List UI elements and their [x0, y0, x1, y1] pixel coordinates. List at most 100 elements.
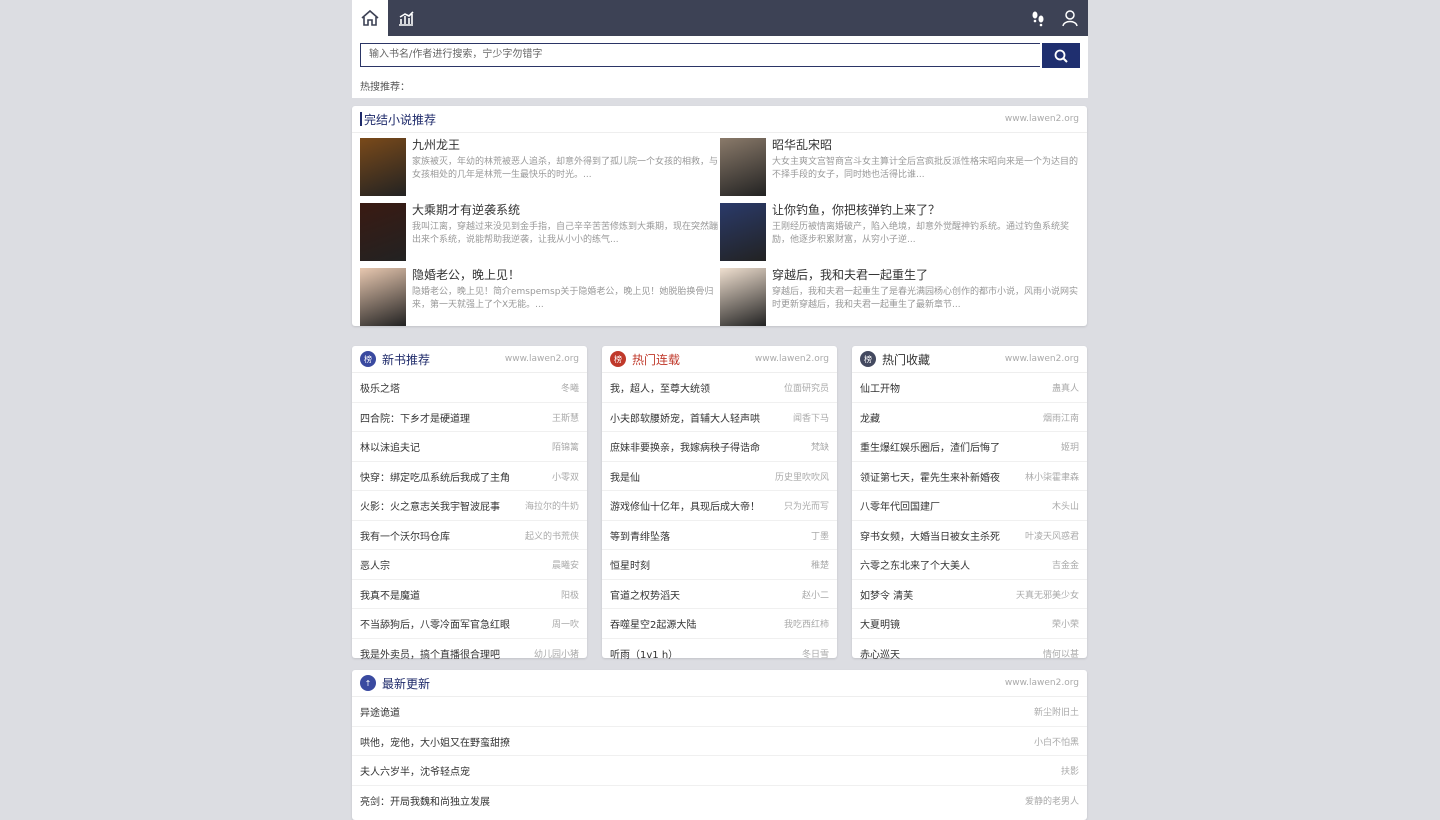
book-author[interactable]: 丁墨: [811, 529, 829, 542]
book-card[interactable]: 九州龙王 家族被灭，年幼的林荒被恶人追杀，却意外得到了孤儿院一个女孩的相救，与女孩…: [360, 138, 720, 200]
book-title[interactable]: 官道之权势滔天: [610, 587, 680, 602]
book-author[interactable]: 情何以甚: [1043, 647, 1079, 660]
book-title[interactable]: 我是外卖员，搞个直播很合理吧: [360, 646, 500, 661]
book-cover[interactable]: [720, 268, 766, 326]
list-item[interactable]: 龙藏 烟雨江南: [852, 403, 1087, 432]
book-card[interactable]: 让你钓鱼，你把核弹钓上来了？ 王刚经历被情离婚破产，陷入绝境，却意外觉醒神钓系统。…: [720, 203, 1080, 265]
book-title[interactable]: 仙工开物: [860, 380, 900, 395]
book-title[interactable]: 林以沫追夫记: [360, 439, 420, 454]
book-title[interactable]: 赤心巡天: [860, 646, 900, 661]
book-author[interactable]: 冬曦: [561, 381, 579, 394]
list-item[interactable]: 领证第七天，霍先生来补新婚夜 林小柒霍聿森: [852, 462, 1087, 491]
book-title[interactable]: 吞噬星空2起源大陆: [610, 616, 696, 631]
book-cover[interactable]: [720, 138, 766, 196]
book-author[interactable]: 海拉尔的牛奶: [525, 499, 579, 512]
book-title[interactable]: 恶人宗: [360, 557, 390, 572]
book-author[interactable]: 爱静的老男人: [1025, 794, 1079, 807]
book-title[interactable]: 九州龙王: [412, 136, 460, 153]
list-item[interactable]: 赤心巡天 情何以甚: [852, 639, 1087, 668]
list-item[interactable]: 火影：火之意志关我宇智波屁事 海拉尔的牛奶: [352, 491, 587, 521]
book-title[interactable]: 昭华乱宋昭: [772, 136, 832, 153]
book-author[interactable]: 稚楚: [811, 558, 829, 571]
book-title[interactable]: 异途诡道: [360, 704, 400, 719]
list-item[interactable]: 如梦令 清芙 天真无邪美少女: [852, 580, 1087, 609]
book-title[interactable]: 我真不是魔道: [360, 587, 420, 602]
book-author[interactable]: 历史里吹吹风: [775, 470, 829, 483]
book-title[interactable]: 八零年代回国建厂: [860, 498, 940, 513]
book-title[interactable]: 重生爆红娱乐圈后，渣们后悔了: [860, 439, 1000, 454]
book-author[interactable]: 烟雨江南: [1043, 411, 1079, 424]
book-author[interactable]: 我吃西红柿: [784, 617, 829, 630]
book-author[interactable]: 周一吹: [552, 617, 579, 630]
list-item[interactable]: 等到青绯坠落 丁墨: [602, 521, 837, 550]
book-author[interactable]: 晨曦安: [552, 558, 579, 571]
book-title[interactable]: 四合院：下乡才是硬道理: [360, 410, 470, 425]
book-author[interactable]: 只为光而写: [784, 499, 829, 512]
book-card[interactable]: 昭华乱宋昭 大女主爽文宫智商宫斗女主算计全后宫疯批反派性格宋昭向来是一个为达目的不…: [720, 138, 1080, 200]
list-item[interactable]: 恶人宗 晨曦安: [352, 550, 587, 580]
book-title[interactable]: 龙藏: [860, 410, 880, 425]
book-author[interactable]: 陌锦篱: [552, 440, 579, 453]
list-item[interactable]: 吞噬星空2起源大陆 我吃西红柿: [602, 609, 837, 639]
list-item[interactable]: 快穿：绑定吃瓜系统后我成了主角 小零双: [352, 462, 587, 491]
book-author[interactable]: 新尘附旧土: [1034, 705, 1079, 718]
list-item[interactable]: 异途诡道 新尘附旧土: [352, 697, 1087, 727]
book-title[interactable]: 不当舔狗后，八零冷面军官急红眼: [360, 616, 510, 631]
footprint-icon[interactable]: [1020, 0, 1056, 36]
chart-icon[interactable]: [388, 0, 424, 36]
book-card[interactable]: 大乘期才有逆袭系统 我叫江离，穿越过来没见到金手指，自己辛辛苦苦修炼到大乘期，现在…: [360, 203, 720, 265]
list-item[interactable]: 我真不是魔道 阳极: [352, 580, 587, 609]
book-author[interactable]: 天真无邪美少女: [1016, 588, 1079, 601]
book-author[interactable]: 位面研究员: [784, 381, 829, 394]
book-cover[interactable]: [720, 203, 766, 261]
book-title[interactable]: 我是仙: [610, 469, 640, 484]
book-card[interactable]: 穿越后，我和夫君一起重生了 穿越后，我和夫君一起重生了是春光满园杨心创作的都市小说…: [720, 268, 1080, 330]
user-icon[interactable]: [1052, 0, 1088, 36]
book-title[interactable]: 恒星时刻: [610, 557, 650, 572]
book-author[interactable]: 小零双: [552, 470, 579, 483]
book-title[interactable]: 听雨（1v1 h）: [610, 646, 678, 661]
book-title[interactable]: 庶妹非要换亲，我嫁病秧子得诰命: [610, 439, 760, 454]
book-title[interactable]: 哄他，宠他，大小姐又在野蛮甜撩: [360, 734, 510, 749]
book-title[interactable]: 快穿：绑定吃瓜系统后我成了主角: [360, 469, 510, 484]
book-author[interactable]: 姬玥: [1061, 440, 1079, 453]
book-title[interactable]: 隐婚老公，晚上见！: [412, 266, 520, 283]
book-author[interactable]: 闻香下马: [793, 411, 829, 424]
list-item[interactable]: 我是仙 历史里吹吹风: [602, 462, 837, 491]
book-title[interactable]: 让你钓鱼，你把核弹钓上来了？: [772, 201, 940, 218]
book-author[interactable]: 幼儿园小猪: [534, 647, 579, 660]
book-title[interactable]: 火影：火之意志关我宇智波屁事: [360, 498, 500, 513]
book-title[interactable]: 穿越后，我和夫君一起重生了: [772, 266, 928, 283]
list-item[interactable]: 游戏修仙十亿年，具现后成大帝！ 只为光而写: [602, 491, 837, 521]
book-author[interactable]: 林小柒霍聿森: [1025, 470, 1079, 483]
list-item[interactable]: 哄他，宠他，大小姐又在野蛮甜撩 小白不怕黑: [352, 727, 1087, 756]
list-item[interactable]: 林以沫追夫记 陌锦篱: [352, 432, 587, 462]
list-item[interactable]: 四合院：下乡才是硬道理 王斯慧: [352, 403, 587, 432]
list-item[interactable]: 恒星时刻 稚楚: [602, 550, 837, 580]
list-item[interactable]: 穿书女频，大婚当日被女主杀死 叶凌天风惑君: [852, 521, 1087, 550]
list-item[interactable]: 不当舔狗后，八零冷面军官急红眼 周一吹: [352, 609, 587, 639]
book-author[interactable]: 阳极: [561, 588, 579, 601]
book-title[interactable]: 六零之东北来了个大美人: [860, 557, 970, 572]
list-item[interactable]: 听雨（1v1 h） 冬日雪: [602, 639, 837, 668]
book-title[interactable]: 我，超人，至尊大统领: [610, 380, 710, 395]
book-title[interactable]: 领证第七天，霍先生来补新婚夜: [860, 469, 1000, 484]
list-item[interactable]: 八零年代回国建厂 木头山: [852, 491, 1087, 521]
list-item[interactable]: 小夫郎软腰娇宠，首辅大人轻声哄 闻香下马: [602, 403, 837, 432]
book-title[interactable]: 夫人六岁半，沈爷轻点宠: [360, 763, 470, 778]
list-item[interactable]: 极乐之塔 冬曦: [352, 373, 587, 403]
list-item[interactable]: 我是外卖员，搞个直播很合理吧 幼儿园小猪: [352, 639, 587, 668]
book-title[interactable]: 等到青绯坠落: [610, 528, 670, 543]
book-author[interactable]: 蛊真人: [1052, 381, 1079, 394]
book-cover[interactable]: [360, 203, 406, 261]
book-author[interactable]: 叶凌天风惑君: [1025, 529, 1079, 542]
search-input[interactable]: 输入书名/作者进行搜索，宁少字勿错字: [360, 43, 1040, 67]
book-title[interactable]: 大夏明镜: [860, 616, 900, 631]
list-item[interactable]: 我有一个沃尔玛仓库 起义的书荒侠: [352, 521, 587, 550]
book-cover[interactable]: [360, 268, 406, 326]
book-title[interactable]: 我有一个沃尔玛仓库: [360, 528, 450, 543]
list-item[interactable]: 我，超人，至尊大统领 位面研究员: [602, 373, 837, 403]
home-icon[interactable]: [352, 0, 388, 36]
list-item[interactable]: 仙工开物 蛊真人: [852, 373, 1087, 403]
book-title[interactable]: 极乐之塔: [360, 380, 400, 395]
